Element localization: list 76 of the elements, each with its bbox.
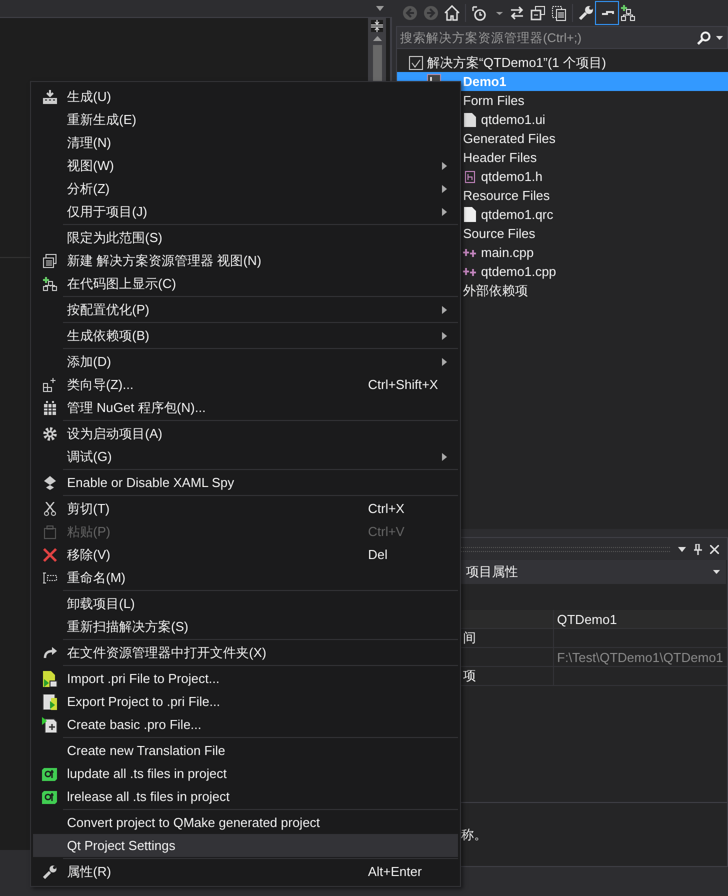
menu-item[interactable]: 属性(R) Alt+Enter [33,860,458,883]
menu-item[interactable]: 调试(G) [33,445,458,468]
close-icon[interactable] [710,544,719,554]
menu-item[interactable]: Enable or Disable XAML Spy [33,471,458,494]
close-icon [43,548,57,562]
menu-item[interactable]: Create new Translation File [33,739,458,762]
shortcut-text: Del [368,547,388,562]
description-text: 称。 [461,826,487,844]
menu-item[interactable]: 添加(D) [33,350,458,373]
wrench-icon [43,864,57,878]
home-icon[interactable] [444,4,460,20]
property-value-cell[interactable] [553,667,727,686]
node-graph-icon[interactable] [620,4,636,20]
menu-item[interactable]: 剪切(T) Ctrl+X [33,497,458,520]
node-graph-icon [43,276,57,290]
splitter-icon[interactable] [371,20,383,32]
caret-icon[interactable] [716,36,723,40]
shortcut-text: Ctrl+V [368,524,404,539]
qt-logo-icon [42,766,58,780]
menu-item[interactable]: lrelease all .ts files in project [33,785,458,808]
menu-item[interactable]: 生成依赖项(B) [33,324,458,347]
gear-icon [43,426,57,440]
menu-item[interactable]: 重新扫描解决方案(S) [33,615,458,638]
files-icon[interactable] [551,4,567,20]
wrench-icon[interactable] [578,4,594,20]
menu-item[interactable]: 设为启动项目(A) [33,422,458,445]
header-file-icon [465,170,475,182]
menu-item[interactable]: Qt Project Settings [33,834,458,857]
menu-item[interactable]: Export Project to .pri File... [33,690,458,713]
wand-grid-icon [43,378,57,392]
menu-item[interactable]: Convert project to QMake generated project [33,811,458,834]
tree-item[interactable]: 解决方案“QTDemo1”(1 个项目) [397,53,728,72]
menu-item[interactable]: Create basic .pro File... [33,713,458,736]
shortcut-text: Ctrl+X [368,501,404,516]
caret-icon[interactable] [678,546,686,552]
windows-icon [43,254,57,268]
solution-icon [409,56,423,70]
curved-arrow-icon [43,646,57,658]
caret-icon[interactable] [713,570,720,574]
document-import-icon [42,670,58,686]
shortcut-text: Alt+Enter [368,864,422,879]
plus-plus-icon [463,248,477,256]
pin-icon[interactable] [694,544,702,554]
package-icon [44,400,56,414]
menu-item[interactable]: lupdate all .ts files in project [33,762,458,785]
form-file-icon [464,112,476,126]
property-value-cell[interactable]: QTDemo1 [553,610,727,629]
property-value-cell[interactable] [553,629,727,648]
menu-item[interactable]: 按配置优化(P) [33,298,458,321]
scroll-up-icon[interactable] [372,36,382,41]
caret-icon[interactable] [376,6,384,11]
rename-icon [43,572,57,584]
document-new-icon [42,716,58,732]
search-icon[interactable] [697,30,711,44]
collapse-icon[interactable] [530,4,546,20]
menu-item[interactable]: 在文件资源管理器中打开文件夹(X) [33,641,458,664]
menu-item[interactable]: 清理(N) [33,131,458,154]
menu-item[interactable]: 管理 NuGet 程序包(N)... [33,396,458,419]
file-icon [464,207,476,222]
menu-item[interactable]: 卸载项目(L) [33,592,458,615]
swap-arrows-icon[interactable] [509,4,525,20]
project-icon [427,74,441,81]
build-icon [43,90,57,104]
shortcut-text: Ctrl+Shift+X [368,377,438,392]
scissors-icon [44,502,56,516]
qt-logo-icon [42,790,58,804]
clock-icon[interactable] [471,4,487,20]
plus-plus-icon [463,268,477,276]
object-name: 项目属性 [466,563,518,581]
document-export-icon [42,694,58,710]
menu-item[interactable]: 类向导(Z)... Ctrl+Shift+X [33,373,458,396]
diamond-icon [44,476,56,490]
property-value-cell[interactable]: F:\Test\QTDemo1\QTDemo1 [553,648,727,667]
menu-item[interactable]: Import .pri File to Project... [33,667,458,690]
search-field[interactable]: 搜索解决方案资源管理器(Ctrl+;) [396,26,728,49]
clipboard-icon [44,524,56,538]
